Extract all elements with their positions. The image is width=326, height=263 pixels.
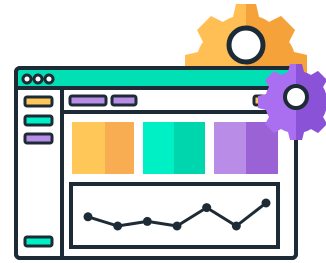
toolbar-pill-2 (110, 94, 138, 107)
sidebar-item-bottom (23, 235, 54, 248)
sidebar-item-1 (23, 95, 54, 108)
chart-point-6 (231, 221, 241, 231)
line-chart-icon (69, 182, 280, 249)
chart-point-3 (142, 216, 152, 226)
card-teal (143, 122, 205, 174)
sidebar-item-2 (23, 114, 54, 127)
window-dots-icon (21, 73, 55, 85)
sidebar-item-3 (23, 132, 54, 145)
card-yellow (72, 122, 134, 174)
chart-point-5 (202, 203, 212, 213)
chart-point-1 (83, 212, 93, 222)
dashboard-illustration (14, 4, 326, 260)
app-window (14, 66, 298, 260)
stat-cards (72, 122, 278, 174)
card-purple (214, 122, 278, 174)
chart-point-7 (261, 198, 271, 208)
chart-point-4 (172, 221, 182, 231)
toolbar-pill-1 (68, 94, 108, 107)
chart-point-2 (113, 221, 123, 231)
